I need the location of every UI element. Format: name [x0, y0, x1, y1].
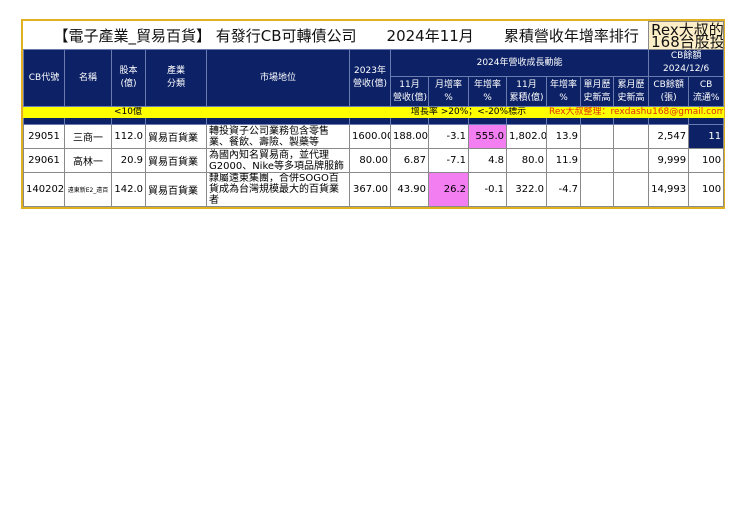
cell-capital: 142.0	[111, 172, 146, 207]
cell-yoy: 4.8	[468, 148, 507, 173]
cell-cum: 80.0	[506, 148, 547, 173]
group-label: <10億	[111, 106, 207, 118]
table-row: 29051 三商一 112.0 貿易百貨業 轉投資子公司業務包含零售業、餐飲、壽險、製藥…	[23, 124, 725, 149]
author-badge: Rex大叔的168台股投資教室	[648, 21, 725, 50]
cell-market: 隸屬遠東集團，合併SOGO百貨成為台灣規模最大的百貨業者	[206, 172, 350, 207]
cell-cum: 322.0	[506, 172, 547, 207]
cell-single-high	[580, 172, 614, 207]
header-growth-group: 2024年營收成長動能	[389, 49, 650, 77]
cell-cb-float: 100	[688, 148, 725, 173]
cell-cb-bal: 9,999	[648, 148, 690, 173]
cell-cum-yoy: -4.7	[546, 172, 581, 207]
cell-capital: 112.0	[111, 124, 146, 149]
cell-cum-high	[612, 148, 650, 173]
header-code: CB代號	[23, 49, 65, 107]
cell-industry: 貿易百貨業	[145, 148, 207, 173]
cell-industry: 貿易百貨業	[145, 124, 207, 149]
header-cb-group: CB餘額 2024/12/6	[648, 49, 725, 77]
cell-capital: 20.9	[111, 148, 146, 173]
table-row: 29061 高林一 20.9 貿易百貨業 為國內知名貿易商，並代理G2000、Nike等…	[23, 148, 725, 173]
cell-cb-float: 11	[688, 124, 725, 149]
cell-mom: -7.1	[428, 148, 469, 173]
highlight-note: 增長率 >20%；<-20%標示	[390, 106, 547, 118]
cell-rev2023: 80.00	[349, 148, 391, 173]
header-cum-yoy: 年增率%	[546, 76, 581, 107]
report-title: 【電子產業_貿易百貨】 有發行CB可轉債公司 2024年11月 累積營收年增率排行	[53, 26, 639, 45]
header-cb-balance: CB餘額 (張)	[648, 76, 690, 107]
cell-cum-yoy: 13.9	[546, 124, 581, 149]
cell-rev2023: 1600.00	[349, 124, 391, 149]
cell-name: 高林一	[64, 148, 112, 173]
header-rev2023: 2023年 營收(億)	[349, 49, 391, 107]
credit-email: Rex大叔整理：rexdashu168@gmail.com	[545, 106, 725, 118]
cell-cb-bal: 2,547	[648, 124, 690, 149]
header-capital: 股本 (億)	[111, 49, 146, 107]
header-market: 市場地位	[206, 49, 350, 107]
header-nov-rev: 11月 營收(億)	[390, 76, 429, 107]
cell-mom: -3.1	[428, 124, 469, 149]
cell-code: 29051	[23, 124, 65, 149]
cell-name: 遠東新E2_遠百	[64, 172, 112, 207]
header-single-high: 單月歷 史新高	[580, 76, 614, 107]
cell-cb-float: 100	[688, 172, 725, 207]
cell-cum-yoy: 11.9	[546, 148, 581, 173]
cell-cb-bal: 14,993	[648, 172, 690, 207]
header-yoy: 年增率%	[468, 76, 507, 107]
cell-market: 為國內知名貿易商，並代理G2000、Nike等多項品牌服飾	[206, 148, 350, 173]
cell-cum-high	[612, 124, 650, 149]
header-cum-high: 累月歷 史新高	[612, 76, 650, 107]
cell-cum-high	[612, 172, 650, 207]
cell-nov-rev: 6.87	[390, 148, 429, 173]
header-cum: 11月 累積(億)	[506, 76, 547, 107]
cell-nov-rev: 188.00	[390, 124, 429, 149]
header-cb-float: CB 流通%	[688, 76, 725, 107]
header-mom: 月增率%	[428, 76, 469, 107]
cb-ranking-table: 【電子產業_貿易百貨】 有發行CB可轉債公司 2024年11月 累積營收年增率排行 …	[21, 19, 725, 209]
header-name: 名稱	[64, 49, 112, 107]
header-industry: 產業 分類	[145, 49, 207, 107]
cell-yoy: -0.1	[468, 172, 507, 207]
table-row: 140202 遠東新E2_遠百 142.0 貿易百貨業 隸屬遠東集團，合併SOGO百貨成…	[23, 172, 725, 207]
cell-mom: 26.2	[428, 172, 469, 207]
cell-market: 轉投資子公司業務包含零售業、餐飲、壽險、製藥等	[206, 124, 350, 149]
cell-cum: 1,802.0	[506, 124, 547, 149]
cell-rev2023: 367.00	[349, 172, 391, 207]
cell-code: 29061	[23, 148, 65, 173]
cell-industry: 貿易百貨業	[145, 172, 207, 207]
cell-name: 三商一	[64, 124, 112, 149]
cell-nov-rev: 43.90	[390, 172, 429, 207]
cell-single-high	[580, 124, 614, 149]
cell-single-high	[580, 148, 614, 173]
cell-code: 140202	[23, 172, 65, 207]
cell-yoy: 555.0	[468, 124, 507, 149]
